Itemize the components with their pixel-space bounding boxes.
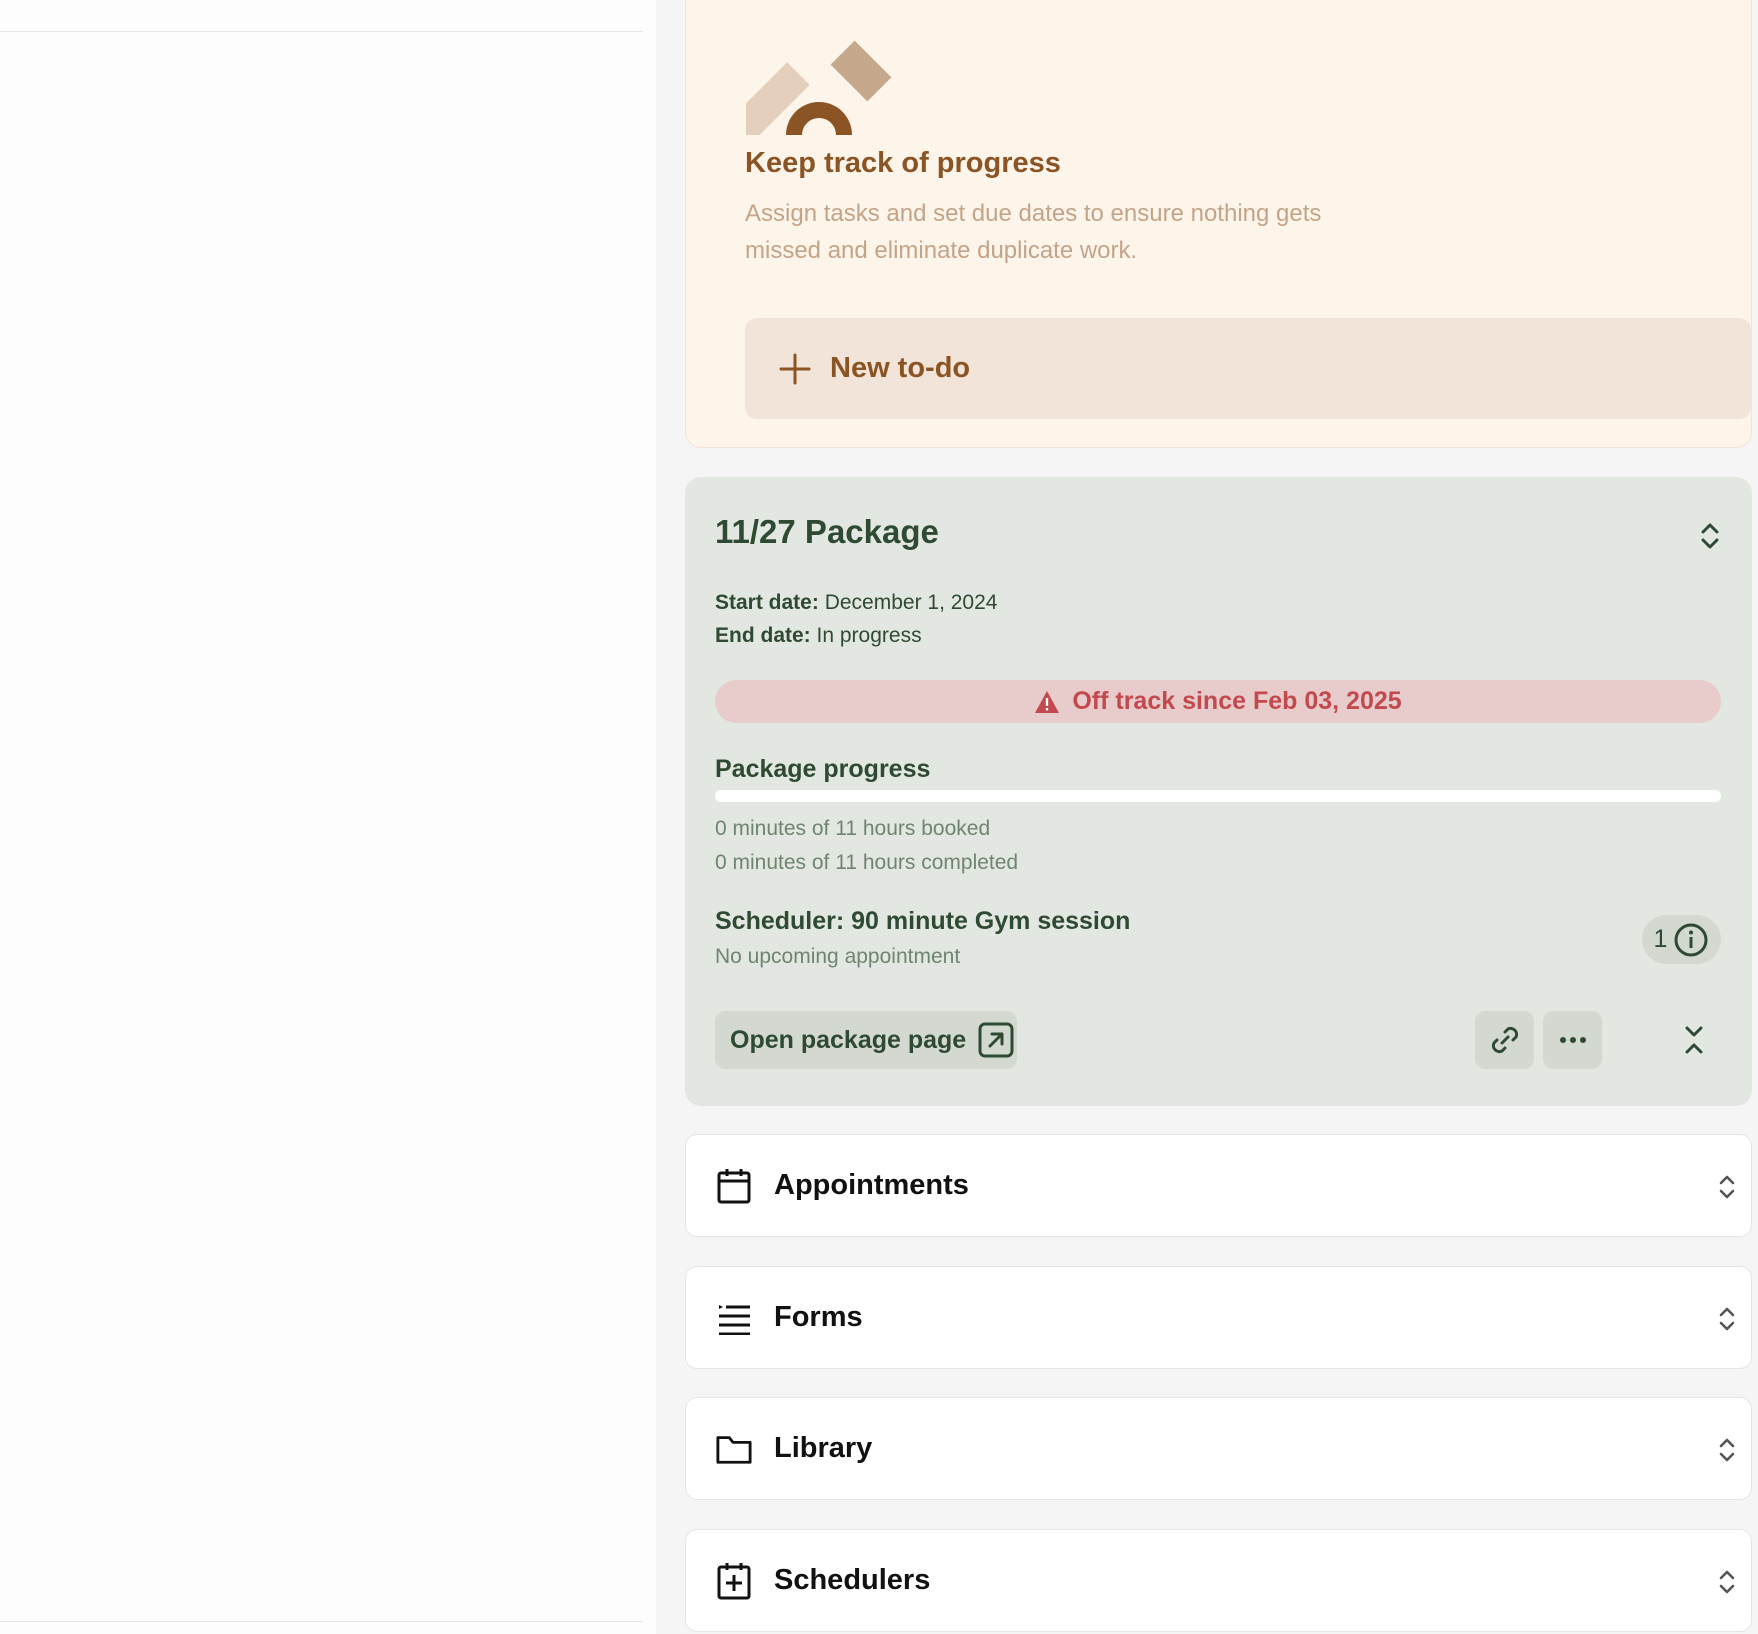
scheduler-info-badge[interactable]: 1 <box>1642 915 1721 964</box>
end-date-label: End date: <box>715 624 811 647</box>
collapse-button[interactable] <box>1680 1017 1708 1063</box>
package-card: 11/27 Package Start date: December 1, 20… <box>685 477 1752 1106</box>
plus-icon <box>779 353 811 384</box>
start-date-row: Start date: December 1, 2024 <box>715 586 997 619</box>
end-date-row: End date: In progress <box>715 619 997 652</box>
start-date-label: Start date: <box>715 591 819 614</box>
right-panel: Keep track of progress Assign tasks and … <box>656 0 1758 1634</box>
calendar-icon <box>716 1167 752 1205</box>
start-date-value: December 1, 2024 <box>824 591 998 614</box>
more-options-button[interactable] <box>1543 1011 1602 1069</box>
expand-icon <box>1719 1570 1735 1594</box>
end-date-value: In progress <box>816 624 922 647</box>
section-label: Forms <box>774 1301 863 1333</box>
package-dates: Start date: December 1, 2024 End date: I… <box>715 586 997 652</box>
open-package-label: Open package page <box>730 1025 967 1054</box>
expand-collapse-icon[interactable] <box>1698 520 1722 552</box>
left-pane <box>0 0 656 1634</box>
open-package-page-button[interactable]: Open package page <box>715 1011 1017 1069</box>
section-appointments[interactable]: Appointments <box>685 1134 1752 1237</box>
external-link-icon <box>978 1022 1014 1058</box>
more-icon <box>1559 1037 1586 1043</box>
section-schedulers[interactable]: Schedulers <box>685 1529 1752 1632</box>
todo-empty-state-card: Keep track of progress Assign tasks and … <box>685 0 1752 448</box>
section-label: Appointments <box>774 1169 969 1201</box>
promo-title: Keep track of progress <box>745 147 1061 179</box>
copy-link-button[interactable] <box>1475 1011 1534 1069</box>
link-icon <box>1491 1026 1518 1054</box>
info-icon <box>1674 923 1708 956</box>
section-library[interactable]: Library <box>685 1397 1752 1500</box>
calendar-plus-icon <box>716 1562 752 1600</box>
scheduler-subtitle: No upcoming appointment <box>715 945 961 968</box>
divider <box>0 1621 643 1622</box>
booked-text: 0 minutes of 11 hours booked <box>715 817 991 840</box>
progress-illustration-icon <box>746 40 892 135</box>
collapse-icon <box>1685 1026 1703 1054</box>
promo-description: Assign tasks and set due dates to ensure… <box>745 200 1322 264</box>
warning-icon <box>1035 690 1060 713</box>
package-title: 11/27 Package <box>715 513 939 550</box>
scheduler-title: Scheduler: 90 minute Gym session <box>715 907 1131 935</box>
package-progress-label: Package progress <box>715 755 931 783</box>
expand-icon <box>1719 1175 1735 1199</box>
section-label: Schedulers <box>774 1564 931 1596</box>
section-forms[interactable]: Forms <box>685 1266 1752 1369</box>
off-track-status-badge: Off track since Feb 03, 2025 <box>715 680 1721 723</box>
completed-text: 0 minutes of 11 hours completed <box>715 851 1019 874</box>
off-track-text: Off track since Feb 03, 2025 <box>1072 687 1402 715</box>
list-icon <box>716 1299 752 1337</box>
folder-icon <box>716 1430 752 1468</box>
progress-stats: 0 minutes of 11 hours booked 0 minutes o… <box>715 812 1018 880</box>
expand-icon <box>1719 1438 1735 1462</box>
new-todo-button[interactable]: New to-do <box>745 318 1751 419</box>
info-count: 1 <box>1653 925 1668 953</box>
divider <box>0 31 643 32</box>
expand-icon <box>1719 1307 1735 1331</box>
package-progress-bar <box>715 790 1721 802</box>
section-label: Library <box>774 1432 873 1464</box>
new-todo-label: New to-do <box>830 352 971 384</box>
